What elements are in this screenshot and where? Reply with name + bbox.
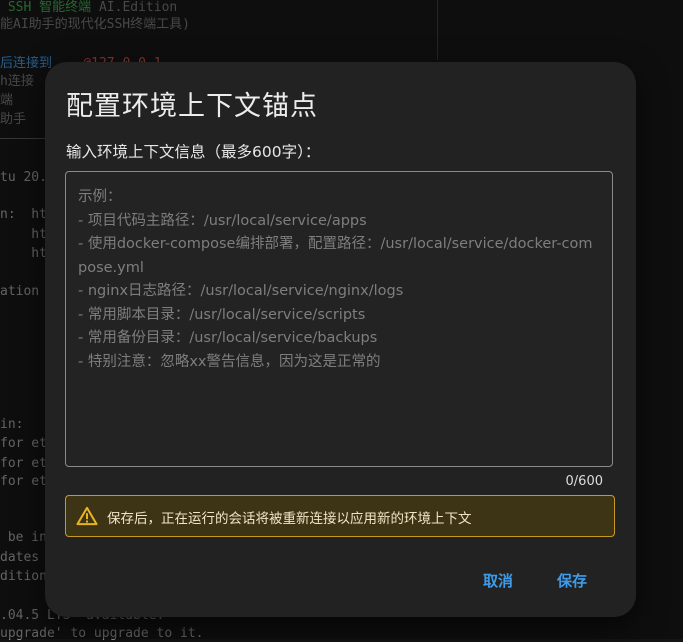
dialog-title: 配置环境上下文锚点 <box>66 91 318 122</box>
context-anchor-dialog: 配置环境上下文锚点 输入环境上下文信息（最多600字）： 示例： - 项目代码主… <box>45 62 636 617</box>
warning-alert: 保存后，正在运行的会话将被重新连接以应用新的环境上下文 <box>65 495 615 537</box>
char-counter: 0/600 <box>565 474 603 489</box>
context-field-label: 输入环境上下文信息（最多600字）： <box>66 143 321 161</box>
warning-text: 保存后，正在运行的会话将被重新连接以应用新的环境上下文 <box>107 511 472 527</box>
context-textarea[interactable]: 示例： - 项目代码主路径：/usr/local/service/apps - … <box>65 171 613 467</box>
save-button[interactable]: 保存 <box>551 566 593 595</box>
warning-triangle-icon <box>76 506 98 526</box>
cancel-button[interactable]: 取消 <box>477 566 519 595</box>
